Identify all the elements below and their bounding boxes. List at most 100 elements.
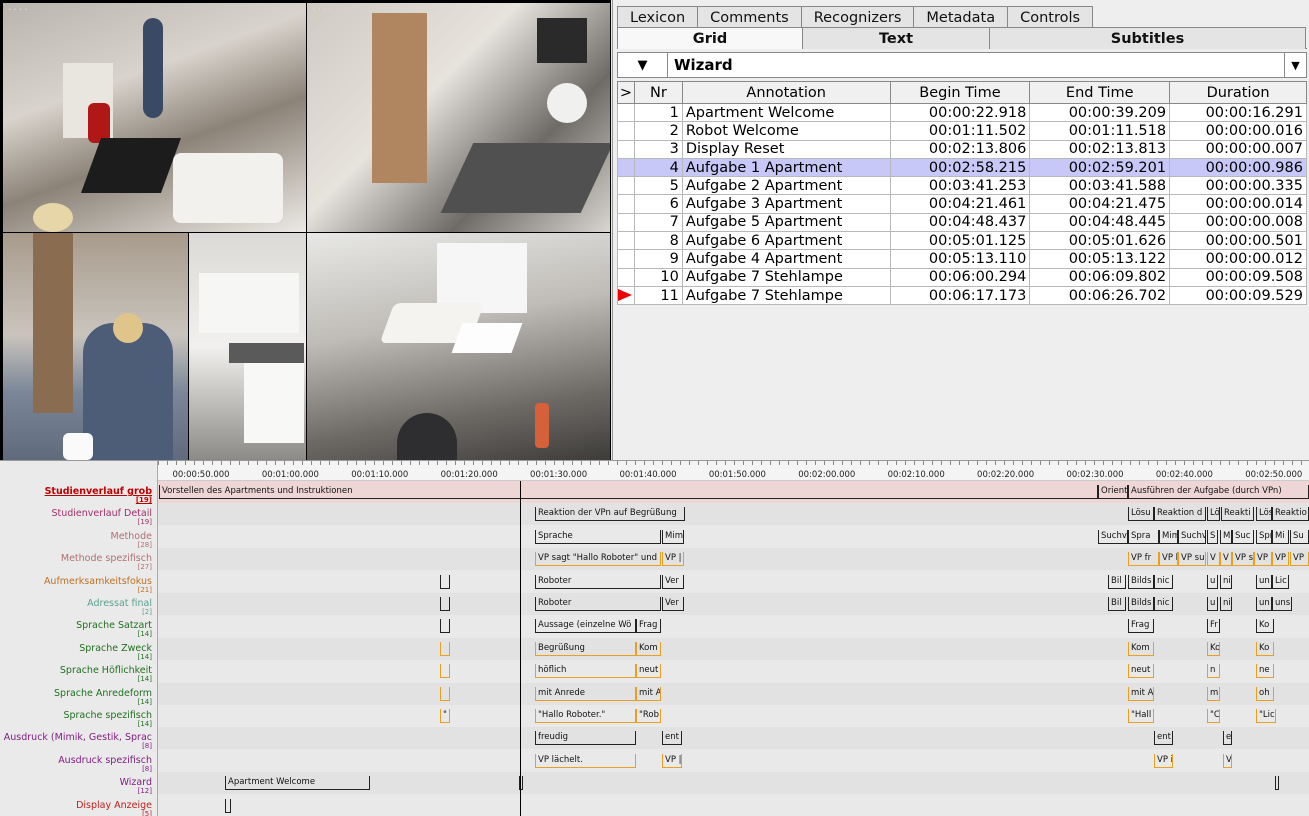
video-viewer-3[interactable]	[3, 233, 188, 460]
annotation-segment[interactable]: Suchv	[1178, 529, 1206, 544]
annotation-segment[interactable]: VP |	[662, 552, 684, 567]
playhead-cursor[interactable]	[520, 481, 521, 816]
row-end[interactable]: 00:05:01.626	[1029, 231, 1171, 251]
annotation-segment[interactable]: Lö	[1207, 507, 1220, 522]
tab-metadata[interactable]: Metadata	[913, 6, 1009, 28]
row-annotation[interactable]: Apartment Welcome	[681, 102, 891, 123]
tier-label[interactable]: Adressat final [2]	[87, 599, 152, 616]
annotation-segment[interactable]: Ko	[1207, 641, 1220, 656]
annotation-segment[interactable]: Bil	[1108, 597, 1126, 611]
annotation-segment[interactable]: V	[1207, 552, 1220, 567]
row-annotation[interactable]: Aufgabe 7 Stehlampe	[681, 267, 891, 287]
annotation-segment[interactable]: neut	[1128, 664, 1154, 679]
tab-lexicon[interactable]: Lexicon	[617, 6, 699, 28]
tier-label[interactable]: Display Anzeige [5]	[76, 800, 152, 816]
video-viewer-4[interactable]	[189, 233, 306, 460]
annotation-segment[interactable]: Su	[1290, 529, 1309, 544]
row-begin[interactable]: 00:05:01.125	[889, 231, 1031, 251]
annotation-segment[interactable]: Roboter	[535, 597, 661, 611]
annotation-segment[interactable]: "Lic	[1256, 709, 1276, 723]
annotation-segment[interactable]: ni	[1220, 597, 1232, 611]
annotation-segment[interactable]: Ver	[662, 574, 684, 589]
time-ruler[interactable]: 00:00:50.000 00:01:00.000 00:01:10.000 00:0…	[158, 461, 1309, 481]
col-duration[interactable]: Duration	[1169, 81, 1307, 104]
row-duration[interactable]: 00:00:16.291	[1169, 102, 1307, 123]
row-annotation[interactable]: Display Reset	[681, 139, 891, 159]
row-begin[interactable]: 00:04:48.437	[889, 212, 1031, 233]
tier-label[interactable]: Ausdruck spezifisch [8]	[58, 755, 152, 772]
timeline-viewer[interactable]: Studienverlauf grob [19] Studienverlauf De…	[0, 460, 1309, 816]
annotation-segment[interactable]: VP suc	[1178, 552, 1206, 567]
annotation-segment[interactable]: VP |	[662, 753, 682, 768]
table-row[interactable]: 3 Display Reset 00:02:13.806 00:02:13.813 00…	[617, 139, 1307, 159]
annotation-segment[interactable]: neut	[636, 664, 661, 679]
annotation-segment[interactable]	[440, 597, 450, 611]
annotation-segment[interactable]: ni	[1220, 574, 1232, 589]
row-begin[interactable]: 00:02:13.806	[889, 139, 1031, 159]
annotation-segment[interactable]: e	[1223, 731, 1232, 746]
tier-label[interactable]: Ausdruck (Mimik, Gestik, Sprac [8]	[4, 733, 152, 750]
annotation-segment[interactable]: M	[1220, 529, 1232, 544]
annotation-segment[interactable]: Reaktio	[1272, 507, 1309, 522]
tier-label[interactable]: Sprache Satzart [14]	[76, 621, 152, 638]
row-end[interactable]: 00:00:39.209	[1029, 102, 1171, 123]
col-begin-time[interactable]: Begin Time	[889, 81, 1031, 104]
row-duration[interactable]: 00:00:00.012	[1169, 249, 1307, 269]
tab-comments[interactable]: Comments	[697, 6, 802, 28]
col-end-time[interactable]: End Time	[1029, 81, 1171, 104]
annotation-segment[interactable]: Sprache	[535, 529, 661, 544]
annotation-segment[interactable]: VP s	[1232, 552, 1254, 567]
row-begin[interactable]: 00:00:22.918	[889, 102, 1031, 123]
table-row[interactable]: 6 Aufgabe 3 Apartment 00:04:21.461 00:04:21…	[617, 194, 1307, 214]
annotation-segment[interactable]: Fr	[1207, 619, 1220, 634]
row-duration[interactable]: 00:00:00.501	[1169, 231, 1307, 251]
annotation-segment[interactable]: mit A	[636, 686, 661, 701]
row-end[interactable]: 00:02:59.201	[1029, 157, 1171, 178]
annotation-segment[interactable]: VP fr	[1128, 552, 1159, 567]
row-end[interactable]: 00:06:26.702	[1029, 285, 1171, 306]
chevron-down-icon[interactable]: ▼	[1284, 53, 1306, 77]
table-row[interactable]: 11 Aufgabe 7 Stehlampe 00:06:17.173 00:06:2…	[617, 285, 1307, 306]
row-annotation[interactable]: Aufgabe 4 Apartment	[681, 249, 891, 269]
annotation-segment[interactable]: Ko	[1256, 641, 1274, 656]
annotation-segment[interactable]: mit Anrede	[535, 686, 636, 701]
annotation-segment[interactable]: Frag	[1128, 619, 1154, 634]
tier-row[interactable]	[158, 795, 1309, 816]
tab-controls[interactable]: Controls	[1007, 6, 1094, 28]
video-viewer-1[interactable]: ....	[3, 3, 306, 232]
tier-label[interactable]: Sprache spezifisch [14]	[63, 711, 152, 728]
tier-label[interactable]: Sprache Anredeform [14]	[54, 688, 152, 705]
annotation-segment[interactable]	[440, 619, 450, 634]
row-end[interactable]: 00:04:48.445	[1029, 212, 1171, 233]
annotation-segment[interactable]: Bilds	[1128, 597, 1154, 611]
annotation-segment[interactable]: mit A	[1128, 686, 1154, 701]
annotation-segment[interactable]: Begrüßung	[535, 641, 636, 656]
annotation-segment[interactable]: Reakti	[1221, 507, 1254, 522]
tier-row[interactable]	[158, 750, 1309, 772]
annotation-segment[interactable]: VP i	[1154, 753, 1173, 768]
tier-label[interactable]: Aufmerksamkeitsfokus [21]	[44, 576, 152, 593]
annotation-segment[interactable]: höflich	[535, 664, 636, 679]
table-row[interactable]: 2 Robot Welcome 00:01:11.502 00:01:11.518 00…	[617, 121, 1307, 141]
row-end[interactable]: 00:06:09.802	[1029, 267, 1171, 287]
row-begin[interactable]: 00:05:13.110	[889, 249, 1031, 269]
annotation-segment[interactable]: Aussage (einzelne Wö	[535, 619, 636, 634]
tier-label[interactable]: Wizard [12]	[120, 778, 152, 795]
annotation-segment[interactable]: "Hallo Roboter."	[535, 709, 636, 723]
annotation-segment[interactable]	[1275, 776, 1279, 791]
annotation-segment[interactable]: VP	[1254, 552, 1272, 567]
annotation-segment[interactable]: VP sagt "Hallo Roboter" und	[535, 552, 661, 567]
tier-selector[interactable]: ▼ Wizard ▼	[617, 52, 1307, 78]
row-end[interactable]: 00:02:13.813	[1029, 139, 1171, 159]
annotation-segment[interactable]: Mim	[662, 529, 684, 544]
annotation-segment[interactable]: Orient	[1098, 485, 1128, 499]
annotation-segment[interactable]: un	[1256, 597, 1272, 611]
annotation-segment[interactable]: Ko	[1256, 619, 1274, 634]
row-duration[interactable]: 00:00:00.335	[1169, 176, 1307, 196]
tab-grid[interactable]: Grid	[617, 27, 803, 49]
annotation-segment[interactable]: ne	[1256, 664, 1274, 679]
tier-rows[interactable]: Vorstellen des Apartments und Instruktio…	[158, 481, 1309, 816]
annotation-segment[interactable]: Bil	[1108, 574, 1126, 589]
annotation-segment[interactable]: VP	[1290, 552, 1309, 567]
annotation-segment[interactable]: Spr	[1256, 529, 1272, 544]
